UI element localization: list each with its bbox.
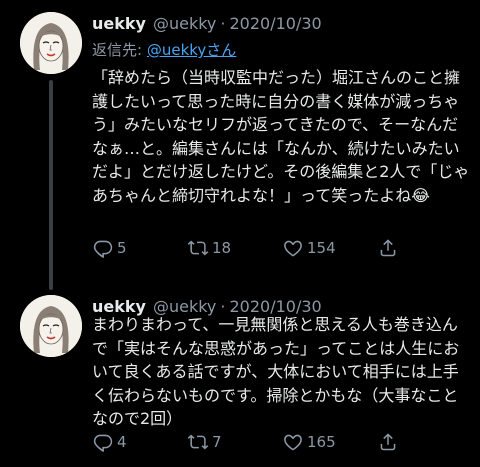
reply-button[interactable]: 4 [92, 431, 187, 453]
share-button[interactable] [377, 431, 417, 453]
reply-to: 返信先: @uekkyさん [92, 39, 236, 60]
tweet-date[interactable]: 2020/10/30 [229, 14, 321, 33]
like-count: 154 [307, 239, 336, 257]
retweet-count: 7 [212, 433, 222, 451]
reply-count: 5 [117, 239, 127, 257]
tweet-header: uekky @uekky · 2020/10/30 [92, 12, 322, 34]
user-handle[interactable]: @uekky [153, 14, 216, 33]
avatar-illustration [20, 295, 82, 357]
reply-button[interactable]: 5 [92, 237, 187, 259]
tweet-text: 「辞めたら（当時収監中だった）堀江さんのこと擁護したいって思った時に自分の書く媒… [92, 68, 470, 205]
tweet-text: まわりまわって、一見無関係と思える人も巻き込んで「実はそんな思惑があった」ってこ… [92, 315, 460, 429]
share-icon [380, 239, 396, 257]
separator-dot: · [220, 13, 226, 33]
like-icon [284, 434, 302, 451]
reply-mention-link[interactable]: @uekkyさん [147, 41, 236, 59]
retweet-button[interactable]: 18 [187, 237, 282, 259]
reply-icon [93, 434, 113, 452]
retweet-icon [187, 434, 209, 450]
tweet-actions: 5 18 154 [92, 236, 452, 260]
avatar[interactable] [20, 295, 82, 357]
display-name[interactable]: uekky [92, 14, 146, 33]
like-button[interactable]: 154 [282, 237, 377, 259]
like-icon [284, 240, 302, 257]
avatar-illustration [20, 12, 82, 74]
share-icon [380, 433, 396, 451]
retweet-count: 18 [212, 239, 232, 257]
thread-line [49, 80, 53, 290]
reply-count: 4 [117, 433, 127, 451]
retweet-icon [187, 240, 209, 256]
reply-icon [93, 240, 113, 258]
avatar[interactable] [20, 12, 82, 74]
tweet-2[interactable]: uekky @uekky · 2020/10/30 まわりまわって、一見無関係と… [0, 283, 480, 467]
like-button[interactable]: 165 [282, 431, 377, 453]
retweet-button[interactable]: 7 [187, 431, 282, 453]
reply-to-label: 返信先: [92, 41, 143, 59]
like-count: 165 [307, 433, 336, 451]
tweet-1[interactable]: uekky @uekky · 2020/10/30 返信先: @uekkyさん … [0, 0, 480, 290]
share-button[interactable] [377, 237, 417, 259]
tweet-actions: 4 7 165 [92, 430, 452, 454]
